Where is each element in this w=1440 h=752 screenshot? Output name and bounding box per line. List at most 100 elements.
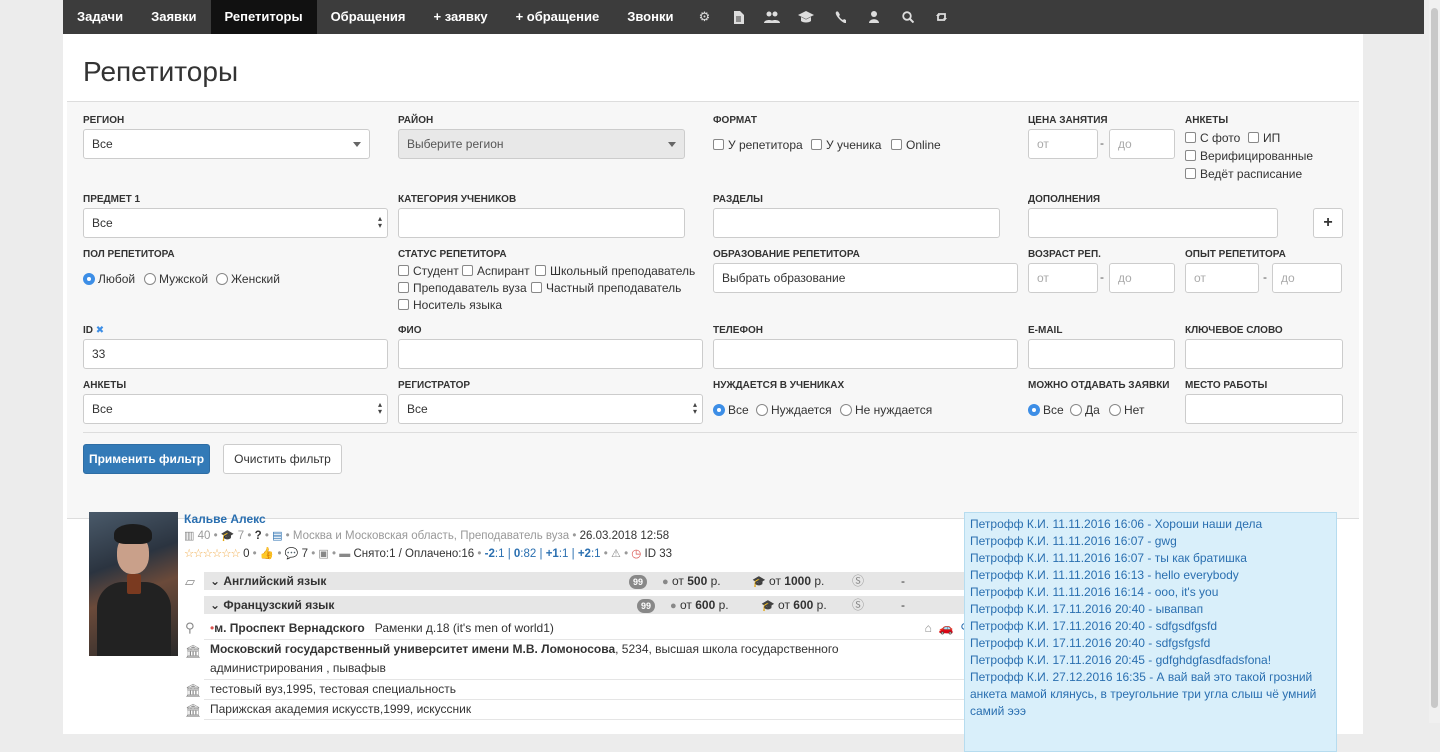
sections-input[interactable] [713, 208, 1000, 238]
additions-input[interactable] [1028, 208, 1278, 238]
gender-any[interactable]: Любой [83, 272, 135, 286]
status-school-teacher[interactable]: Школьный преподаватель [535, 264, 695, 278]
radio[interactable] [756, 404, 768, 416]
nav-tasks[interactable]: Задачи [63, 0, 137, 34]
price-value: 600 [695, 598, 716, 612]
can-give-yes[interactable]: Да [1070, 403, 1100, 417]
checkbox[interactable] [398, 282, 409, 293]
id-label-text: ID [83, 325, 93, 336]
nav-add-request[interactable]: + заявку [420, 0, 502, 34]
price-to-input[interactable]: до [1109, 129, 1175, 159]
checkbox[interactable] [398, 299, 409, 310]
scrollbar[interactable] [1429, 0, 1440, 723]
can-give-label: МОЖНО ОТДАВАТЬ ЗАЯВКИ [1028, 380, 1170, 391]
radio[interactable] [1070, 404, 1082, 416]
status-student[interactable]: Студент [398, 264, 459, 278]
price-from-input[interactable]: от [1028, 129, 1098, 159]
radio[interactable] [144, 273, 156, 285]
fio-input[interactable] [398, 339, 703, 369]
search-icon[interactable] [891, 0, 925, 34]
comment-icon: 💬 [284, 548, 299, 560]
nav-add-appeal[interactable]: + обращение [502, 0, 614, 34]
can-give-no[interactable]: Нет [1109, 403, 1144, 417]
checkbox[interactable] [713, 139, 724, 150]
add-addition-button[interactable]: + [1313, 208, 1343, 238]
nav-appeals[interactable]: Обращения [317, 0, 420, 34]
apply-filter-button[interactable]: Применить фильтр [83, 444, 210, 474]
can-give-all[interactable]: Все [1028, 403, 1064, 417]
experience-to-input[interactable]: до [1272, 263, 1342, 293]
retweet-icon[interactable] [925, 0, 959, 34]
checkbox[interactable] [535, 265, 546, 276]
nav-requests[interactable]: Заявки [137, 0, 210, 34]
profile-ip[interactable]: ИП [1248, 131, 1280, 145]
profile-verified[interactable]: Верифицированные [1185, 149, 1313, 163]
radio[interactable] [1109, 404, 1121, 416]
thumbs-up-icon: 👍 [259, 548, 275, 560]
id-input[interactable]: 33 [83, 339, 388, 369]
radio-selected[interactable] [1028, 404, 1040, 416]
user-icon[interactable] [857, 0, 891, 34]
radio[interactable] [216, 273, 228, 285]
document-icon[interactable] [721, 0, 755, 34]
format-option-tutor[interactable]: У репетитора [713, 138, 803, 152]
district-select[interactable]: Выберите регион [398, 129, 685, 159]
clear-filter-button[interactable]: Очистить фильтр [223, 444, 342, 474]
tutor-name-link[interactable]: Кальве Алекс [184, 512, 266, 526]
needs-no[interactable]: Не нуждается [840, 403, 932, 417]
needs-yes[interactable]: Нуждается [756, 403, 832, 417]
radio-selected[interactable] [83, 273, 95, 285]
profiles2-select[interactable]: Все [83, 394, 388, 424]
subject-select[interactable]: Все [83, 208, 388, 238]
status-postgrad[interactable]: Аспирант [462, 264, 530, 278]
checkbox[interactable] [891, 139, 902, 150]
checkbox[interactable] [462, 265, 473, 276]
checkbox[interactable] [1185, 150, 1196, 161]
format-option-online[interactable]: Online [891, 138, 941, 152]
dot-sep: • [252, 548, 257, 560]
checkbox[interactable] [398, 265, 409, 276]
checkbox[interactable] [1185, 168, 1196, 179]
radio[interactable] [840, 404, 852, 416]
keyword-input[interactable] [1185, 339, 1343, 369]
status-private-teacher[interactable]: Частный преподаватель [531, 281, 681, 295]
users-icon[interactable] [755, 0, 789, 34]
region-select[interactable]: Все [83, 129, 370, 159]
experience-from-input[interactable]: от [1185, 263, 1259, 293]
gears-icon[interactable]: ⚙ [687, 0, 721, 34]
score3: +1 [545, 548, 559, 560]
gender-female[interactable]: Женский [216, 272, 280, 286]
email-input[interactable] [1028, 339, 1175, 369]
age-to-input[interactable]: до [1109, 263, 1175, 293]
clear-id-icon[interactable]: ✖ [96, 325, 104, 336]
education-select[interactable]: Выбрать образование [713, 263, 1018, 293]
profile-with-photo[interactable]: С фото [1185, 131, 1240, 145]
checkbox[interactable] [1185, 132, 1196, 143]
subject-row[interactable]: ⌄ Французский язык 99 ● от 600 р. 🎓 от 6… [204, 596, 979, 614]
checkbox[interactable] [531, 282, 542, 293]
checkbox[interactable] [1248, 132, 1259, 143]
needs-all[interactable]: Все [713, 403, 749, 417]
student-category-input[interactable] [398, 208, 685, 238]
tutor-photo[interactable] [89, 512, 178, 656]
price-value: 1000 [784, 574, 811, 588]
status-native-speaker[interactable]: Носитель языка [398, 298, 502, 312]
scrollbar-thumb[interactable] [1431, 8, 1438, 708]
registrar-select[interactable]: Все [398, 394, 703, 424]
checkbox[interactable] [811, 139, 822, 150]
gender-male[interactable]: Мужской [144, 272, 208, 286]
profile-schedule[interactable]: Ведёт расписание [1185, 167, 1302, 181]
format-option-student[interactable]: У ученика [811, 138, 881, 152]
nav-tutors[interactable]: Репетиторы [210, 0, 317, 34]
graduation-cap-icon[interactable] [789, 0, 823, 34]
comment-line: Петрофф К.И. 17.11.2016 20:40 - sdfgsdfg… [970, 619, 1218, 633]
workplace-input[interactable] [1185, 394, 1343, 424]
nav-calls[interactable]: Звонки [613, 0, 687, 34]
phone-icon[interactable] [823, 0, 857, 34]
subject-row[interactable]: ⌄ Английский язык 99 ● от 500 р. 🎓 от 10… [204, 572, 979, 590]
radio-selected[interactable] [713, 404, 725, 416]
document-icon[interactable]: ▤ [272, 530, 282, 542]
age-from-input[interactable]: от [1028, 263, 1098, 293]
status-university-teacher[interactable]: Преподаватель вуза [398, 281, 527, 295]
phone-input[interactable] [713, 339, 1018, 369]
